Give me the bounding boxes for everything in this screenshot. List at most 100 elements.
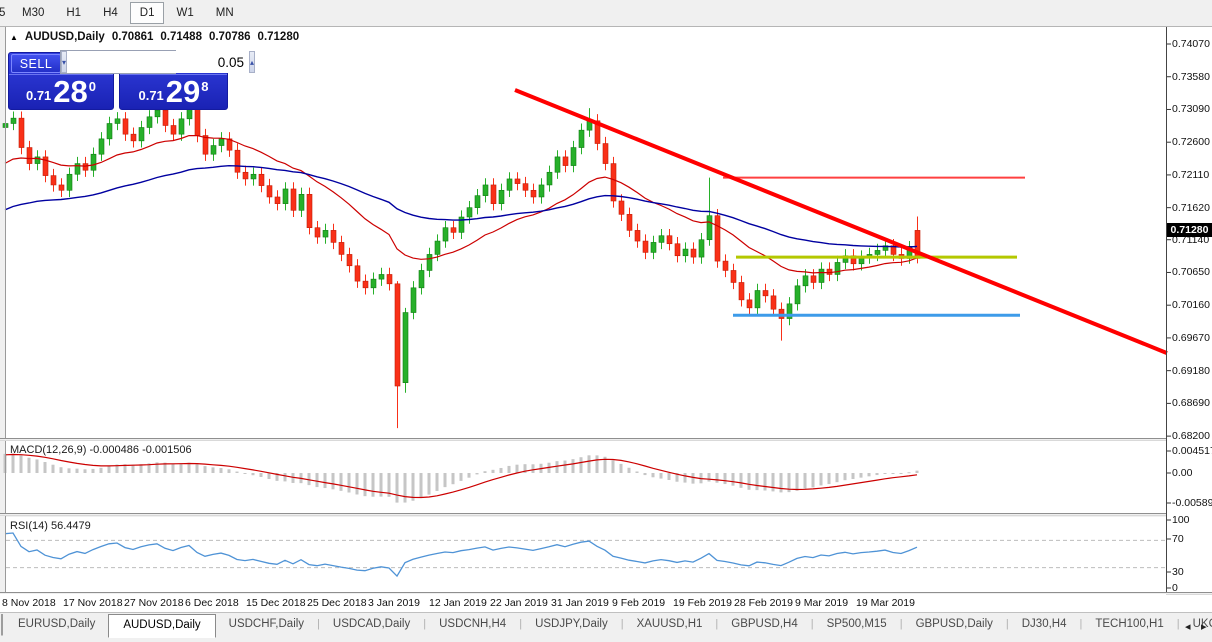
candle-body xyxy=(330,230,337,243)
tab-tech100-h1[interactable]: TECH100,H1 xyxy=(1082,614,1176,635)
rsi-tick-30: 30 xyxy=(1172,566,1184,578)
macd-bar xyxy=(99,467,103,473)
candle-body xyxy=(682,248,689,257)
candle-body xyxy=(738,282,745,301)
window-left-border xyxy=(5,27,6,612)
timeframe-button-5[interactable]: 5 xyxy=(0,2,10,24)
candle-body xyxy=(634,230,641,242)
macd-bar xyxy=(843,473,847,481)
price-axis: 0.74070 0.73580 0.73090 0.72600 0.72110 0.716… xyxy=(1167,27,1212,612)
candle-body xyxy=(650,242,657,253)
volume-spinner: ▾ ▴ xyxy=(60,50,256,74)
macd-bar xyxy=(475,473,479,475)
candle-body xyxy=(818,268,825,283)
macd-bar xyxy=(563,460,567,473)
candle-body xyxy=(114,118,121,124)
macd-bar xyxy=(763,473,767,491)
date-label: 25 Dec 2018 xyxy=(307,597,367,609)
macd-bar xyxy=(491,469,495,473)
macd-bar xyxy=(531,464,535,473)
volume-input[interactable] xyxy=(67,51,250,73)
macd-bar xyxy=(435,473,439,491)
rsi-splitter[interactable] xyxy=(0,513,1166,516)
macd-bar xyxy=(555,461,559,473)
tab-eurusd-daily[interactable]: EURUSD,Daily xyxy=(5,614,108,635)
mt4-window: 5M30H1H4D1W1MN ▲ AUDUSD,Daily 0.70861 0.… xyxy=(0,0,1212,642)
macd-bar xyxy=(723,473,727,485)
tab-xauusd-h1[interactable]: XAUUSD,H1 xyxy=(624,614,716,635)
tab-usdjpy-daily[interactable]: USDJPY,Daily xyxy=(522,614,621,635)
candle-body xyxy=(170,125,177,135)
descending-trendline[interactable] xyxy=(514,88,1168,355)
date-label: 8 Nov 2018 xyxy=(2,597,56,609)
candle-body xyxy=(554,156,561,173)
macd-bar xyxy=(131,464,135,473)
macd-bar xyxy=(195,463,199,473)
candle-body xyxy=(514,178,521,184)
candle-body xyxy=(410,287,417,313)
macd-bar xyxy=(811,473,815,488)
tab-stub xyxy=(1,614,3,636)
candle-body xyxy=(402,312,409,383)
tab-gbpusd-daily[interactable]: GBPUSD,Daily xyxy=(903,614,1006,635)
macd-bar xyxy=(459,473,463,481)
macd-bar xyxy=(707,473,711,482)
macd-bar xyxy=(803,473,807,489)
macd-bar xyxy=(59,467,63,473)
timeframe-button-m30[interactable]: M30 xyxy=(12,2,54,24)
candle-body xyxy=(418,270,425,289)
macd-bar xyxy=(427,473,431,495)
symbol-title: AUDUSD,Daily xyxy=(24,31,105,43)
timeframe-button-d1[interactable]: D1 xyxy=(129,2,165,24)
bid-price-small: 0.71 xyxy=(25,88,52,103)
candle-body xyxy=(58,184,65,191)
macd-bar xyxy=(827,473,831,485)
candle-body xyxy=(642,240,649,253)
tab-usdcad-daily[interactable]: USDCAD,Daily xyxy=(320,614,423,635)
macd-bar xyxy=(731,473,735,486)
candle-body xyxy=(306,194,313,229)
tab-dj30-h4[interactable]: DJ30,H4 xyxy=(1009,614,1080,635)
rsi-tick-100: 100 xyxy=(1172,514,1190,526)
volume-increase-button[interactable]: ▴ xyxy=(249,51,256,73)
candle-body xyxy=(794,285,801,305)
macd-bar xyxy=(243,473,247,474)
candle-body xyxy=(578,129,585,148)
macd-bar xyxy=(315,473,319,488)
tab-audusd-daily[interactable]: AUDUSD,Daily xyxy=(108,614,216,638)
tab-usdchf-daily[interactable]: USDCHF,Daily xyxy=(216,614,317,635)
tab-gbpusd-h4[interactable]: GBPUSD,H4 xyxy=(718,614,810,635)
macd-bar xyxy=(667,473,671,481)
candle-body xyxy=(266,185,273,198)
macd-bar xyxy=(643,473,647,476)
tab-scroll-right-button[interactable]: ▸ xyxy=(1201,620,1207,633)
price-tick-0.71620: 0.71620 xyxy=(1172,201,1210,214)
macd-bar xyxy=(219,468,223,473)
macd-bar xyxy=(691,473,695,484)
candle-body xyxy=(26,147,33,164)
timeframe-button-w1[interactable]: W1 xyxy=(166,2,203,24)
sell-button[interactable]: SELL xyxy=(11,54,61,73)
timeframe-button-h1[interactable]: H1 xyxy=(56,2,91,24)
chart-header: ▲ AUDUSD,Daily 0.70861 0.71488 0.70786 0… xyxy=(10,31,299,43)
timeframe-button-mn[interactable]: MN xyxy=(206,2,244,24)
candle-body xyxy=(274,196,281,204)
candle-body xyxy=(50,175,57,186)
tab-sp500-m15[interactable]: SP500,M15 xyxy=(814,614,900,635)
candle-body xyxy=(754,290,761,309)
bid-price-sup: 0 xyxy=(88,79,97,94)
macd-bar xyxy=(211,467,215,473)
candle-body xyxy=(122,118,129,135)
macd-bar xyxy=(203,466,207,473)
date-label: 9 Mar 2019 xyxy=(795,597,849,609)
candle-body xyxy=(658,235,665,243)
price-tick-0.68690: 0.68690 xyxy=(1172,397,1210,410)
expand-icon[interactable]: ▲ xyxy=(10,33,18,42)
tab-scroll-left-button[interactable]: ◂ xyxy=(1185,620,1191,633)
macd-bar xyxy=(507,465,511,473)
timeframe-button-h4[interactable]: H4 xyxy=(93,2,128,24)
macd-bar xyxy=(611,460,615,473)
tab-usdcnh-h4[interactable]: USDCNH,H4 xyxy=(426,614,519,635)
macd-splitter[interactable] xyxy=(0,438,1166,441)
candle-body xyxy=(202,135,209,155)
